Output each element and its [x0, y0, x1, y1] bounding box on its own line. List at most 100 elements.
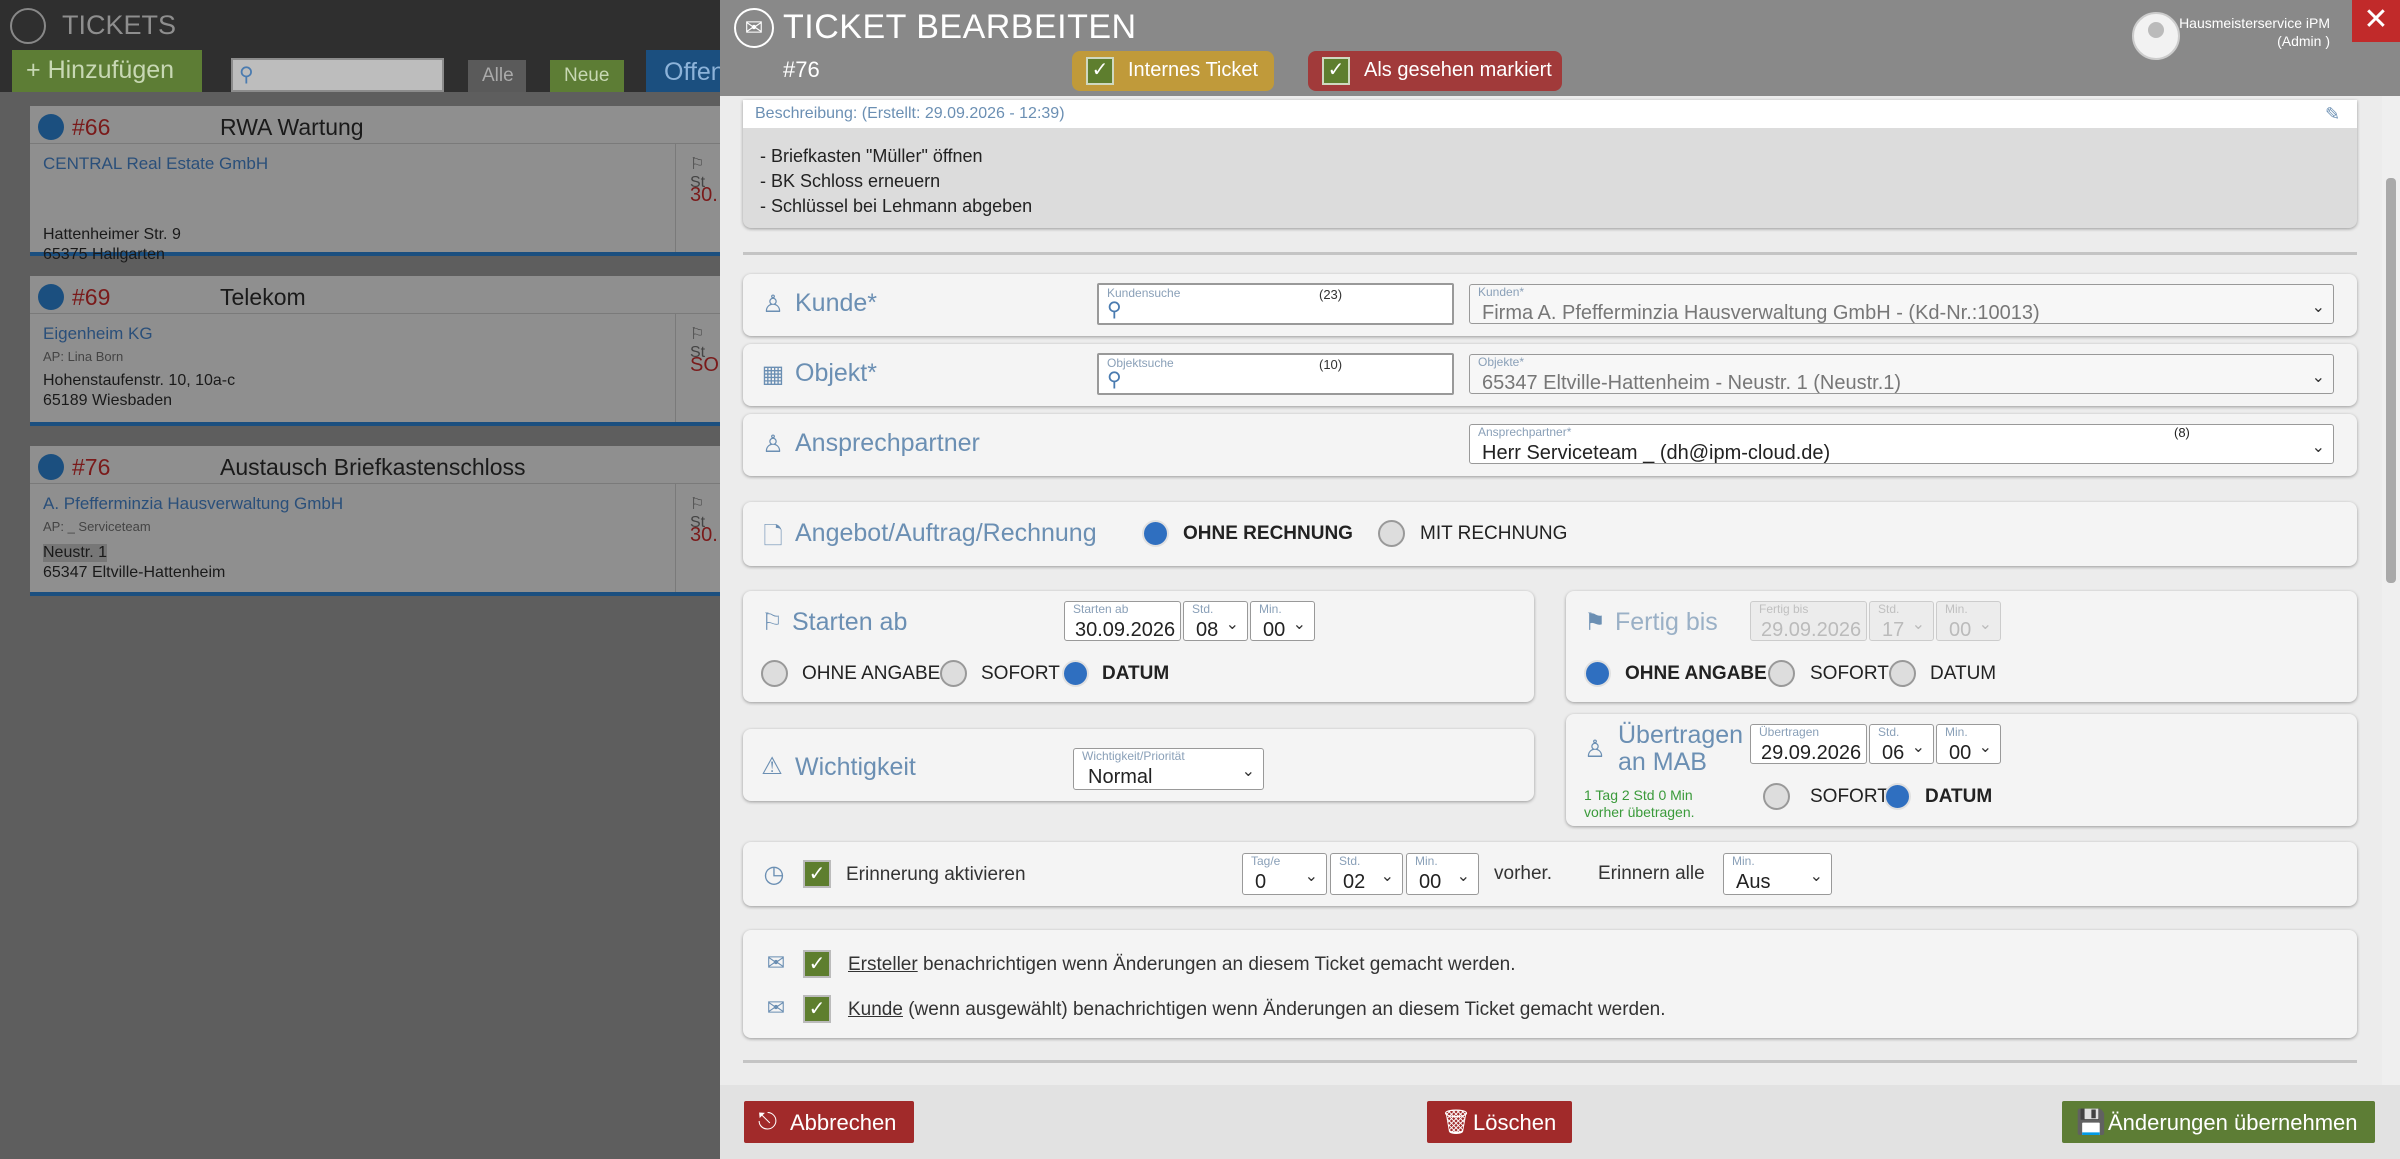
customer-search-input[interactable]: Kundensuche (23) ⚲	[1097, 283, 1454, 325]
finish-date-radio-label[interactable]: DATUM	[1930, 663, 1996, 685]
chevron-down-icon: ⌄	[1456, 868, 1470, 885]
transfer-hour-select[interactable]: Std. 06 ⌄	[1869, 724, 1934, 764]
person-icon: ♙	[762, 291, 784, 318]
divider	[743, 252, 2357, 255]
without-invoice-label[interactable]: OHNE RECHNUNG	[1183, 523, 1353, 545]
contact-select-value: Herr Serviceteam _ (dh@ipm-cloud.de)	[1482, 442, 1831, 464]
priority-label: Wichtigkeit	[795, 753, 916, 781]
reminder-minutes-select[interactable]: Min. 00 ⌄	[1406, 853, 1479, 895]
start-date-radio[interactable]	[1062, 660, 1089, 687]
with-invoice-radio[interactable]	[1378, 520, 1405, 547]
without-invoice-radio[interactable]	[1142, 520, 1169, 547]
internal-ticket-toggle[interactable]: ✓ Internes Ticket	[1072, 51, 1274, 91]
close-modal-button[interactable]: ✕	[2352, 0, 2400, 42]
priority-select-label: Wichtigkeit/Priorität	[1082, 749, 1185, 763]
customer-link[interactable]: Kunde	[848, 999, 903, 1020]
customer-select[interactable]: Kunden* Firma A. Pfefferminzia Hausverwal…	[1469, 284, 2334, 324]
save-button[interactable]: 💾 Änderungen übernehmen	[2062, 1101, 2375, 1143]
delete-button[interactable]: 🗑 Löschen	[1427, 1101, 1572, 1143]
start-hour-label: Std.	[1192, 602, 1214, 616]
contact-select[interactable]: Ansprechpartner* (8) Herr Serviceteam _ (d…	[1469, 424, 2334, 464]
priority-select[interactable]: Wichtigkeit/Priorität Normal ⌄	[1073, 748, 1264, 790]
start-date-input[interactable]: Starten ab 30.09.2026	[1064, 601, 1181, 641]
notify-creator-checkbox[interactable]: ✓	[803, 950, 831, 978]
start-no-info-label[interactable]: OHNE ANGABE	[802, 663, 940, 685]
finish-minute-label: Min.	[1945, 602, 1968, 616]
finish-date-label: Fertig bis	[1759, 602, 1809, 616]
finish-no-info-label[interactable]: OHNE ANGABE	[1625, 663, 1767, 685]
reminder-minutes-label: Min.	[1415, 854, 1438, 868]
chevron-down-icon: ⌄	[1225, 616, 1239, 633]
ticket-card[interactable]: #69 Telekom Eigenheim KG AP: Lina Born Hohe…	[30, 276, 731, 426]
internal-ticket-label: Internes Ticket	[1128, 59, 1259, 81]
finish-minute-select: Min. 00 ⌄	[1936, 601, 2001, 641]
description-line: - Schlüssel bei Lehmann abgeben	[760, 196, 1033, 216]
start-hour-select[interactable]: Std. 08 ⌄	[1183, 601, 1248, 641]
user-info: Hausmeisterservice iPM (Admin )	[2160, 14, 2330, 50]
transfer-date-radio-label[interactable]: DATUM	[1925, 786, 1992, 808]
reminder-every-select[interactable]: Min. Aus ⌄	[1723, 853, 1832, 895]
cancel-button[interactable]: ⎋ Abbrechen	[744, 1101, 914, 1143]
transfer-immediately-label[interactable]: SOFORT	[1810, 786, 1889, 808]
start-immediately-radio[interactable]	[940, 660, 967, 687]
building-icon: ▦	[761, 361, 785, 388]
filter-new-button[interactable]: Neue	[550, 60, 624, 92]
warning-icon: ⚠	[761, 753, 783, 780]
reminder-hours-select[interactable]: Std. 02 ⌄	[1330, 853, 1403, 895]
object-search-input[interactable]: Objektsuche (10) ⚲	[1097, 353, 1454, 395]
transfer-date-radio[interactable]	[1884, 783, 1911, 810]
divider	[743, 1060, 2357, 1063]
ticket-title: Austausch Briefkastenschloss	[220, 454, 526, 480]
contact-label: Ansprechpartner	[795, 429, 980, 457]
user-name: Hausmeisterservice iPM	[2179, 15, 2330, 31]
start-minute-select[interactable]: Min. 00 ⌄	[1250, 601, 1315, 641]
ticket-card[interactable]: #76 Austausch Briefkastenschloss A. Pfeff…	[30, 446, 720, 596]
filter-all-button[interactable]: Alle	[468, 60, 526, 92]
ticket-contact: AP: Lina Born	[43, 349, 124, 364]
app-logo-icon	[10, 8, 46, 44]
reminder-days-select[interactable]: Tag/e 0 ⌄	[1242, 853, 1327, 895]
plus-icon: +	[26, 56, 41, 84]
finish-date-radio[interactable]	[1889, 660, 1916, 687]
ticket-address: Hohenstaufenstr. 10, 10a-c	[43, 372, 236, 389]
reminder-checkbox[interactable]: ✓	[803, 860, 831, 888]
finish-immediately-label[interactable]: SOFORT	[1810, 663, 1889, 685]
start-minute-value: 00	[1263, 619, 1286, 641]
chevron-down-icon: ⌄	[1911, 739, 1925, 756]
start-date-radio-label[interactable]: DATUM	[1102, 663, 1169, 685]
start-immediately-label[interactable]: SOFORT	[981, 663, 1060, 685]
finish-no-info-radio[interactable]	[1584, 660, 1611, 687]
start-label: Starten ab	[792, 608, 908, 636]
mark-seen-toggle[interactable]: ✓ Als gesehen markiert	[1308, 51, 1562, 91]
transfer-immediately-radio[interactable]	[1763, 783, 1790, 810]
scrollbar-thumb[interactable]	[2386, 178, 2396, 583]
ticket-number: #76	[783, 57, 820, 82]
finish-immediately-radio[interactable]	[1768, 660, 1795, 687]
start-no-info-radio[interactable]	[761, 660, 788, 687]
check-icon: ✓	[1322, 57, 1350, 85]
notify-creator-text: Ersteller benachrichtigen wenn Änderunge…	[848, 954, 1516, 975]
object-select[interactable]: Objekte* 65347 Eltville-Hattenheim - Neus…	[1469, 354, 2334, 394]
ticket-customer[interactable]: CENTRAL Real Estate GmbH	[43, 154, 268, 174]
finish-date-input: Fertig bis 29.09.2026	[1750, 601, 1867, 641]
check-icon: ✓	[1086, 57, 1114, 85]
list-search-input[interactable]: ⚲	[231, 58, 444, 92]
transfer-minute-select[interactable]: Min. 00 ⌄	[1936, 724, 2001, 764]
creator-link[interactable]: Ersteller	[848, 954, 918, 975]
ticket-customer[interactable]: A. Pfefferminzia Hausverwaltung GmbH	[43, 494, 343, 514]
ticket-card[interactable]: #66 RWA Wartung CENTRAL Real Estate GmbH H…	[30, 106, 720, 263]
filter-open-button[interactable]: Offen	[646, 50, 725, 92]
pencil-icon[interactable]: ✎	[2325, 104, 2340, 125]
reminder-label[interactable]: Erinnerung aktivieren	[846, 864, 1026, 886]
description-line: - Briefkasten "Müller" öffnen	[760, 146, 983, 166]
checkered-flag-icon: ⚑	[1584, 609, 1606, 636]
ticket-city: 65189 Wiesbaden	[43, 392, 172, 409]
ticket-customer[interactable]: Eigenheim KG	[43, 324, 153, 344]
notify-customer-checkbox[interactable]: ✓	[803, 995, 831, 1023]
add-ticket-button[interactable]: + Hinzufügen	[12, 50, 202, 92]
ticket-date: 30.	[690, 184, 718, 206]
customer-label: Kunde*	[795, 289, 878, 317]
transfer-date-input[interactable]: Übertragen 29.09.2026	[1750, 724, 1867, 764]
with-invoice-label[interactable]: MIT RECHNUNG	[1420, 523, 1567, 545]
mail-icon: ✉	[766, 995, 786, 1020]
